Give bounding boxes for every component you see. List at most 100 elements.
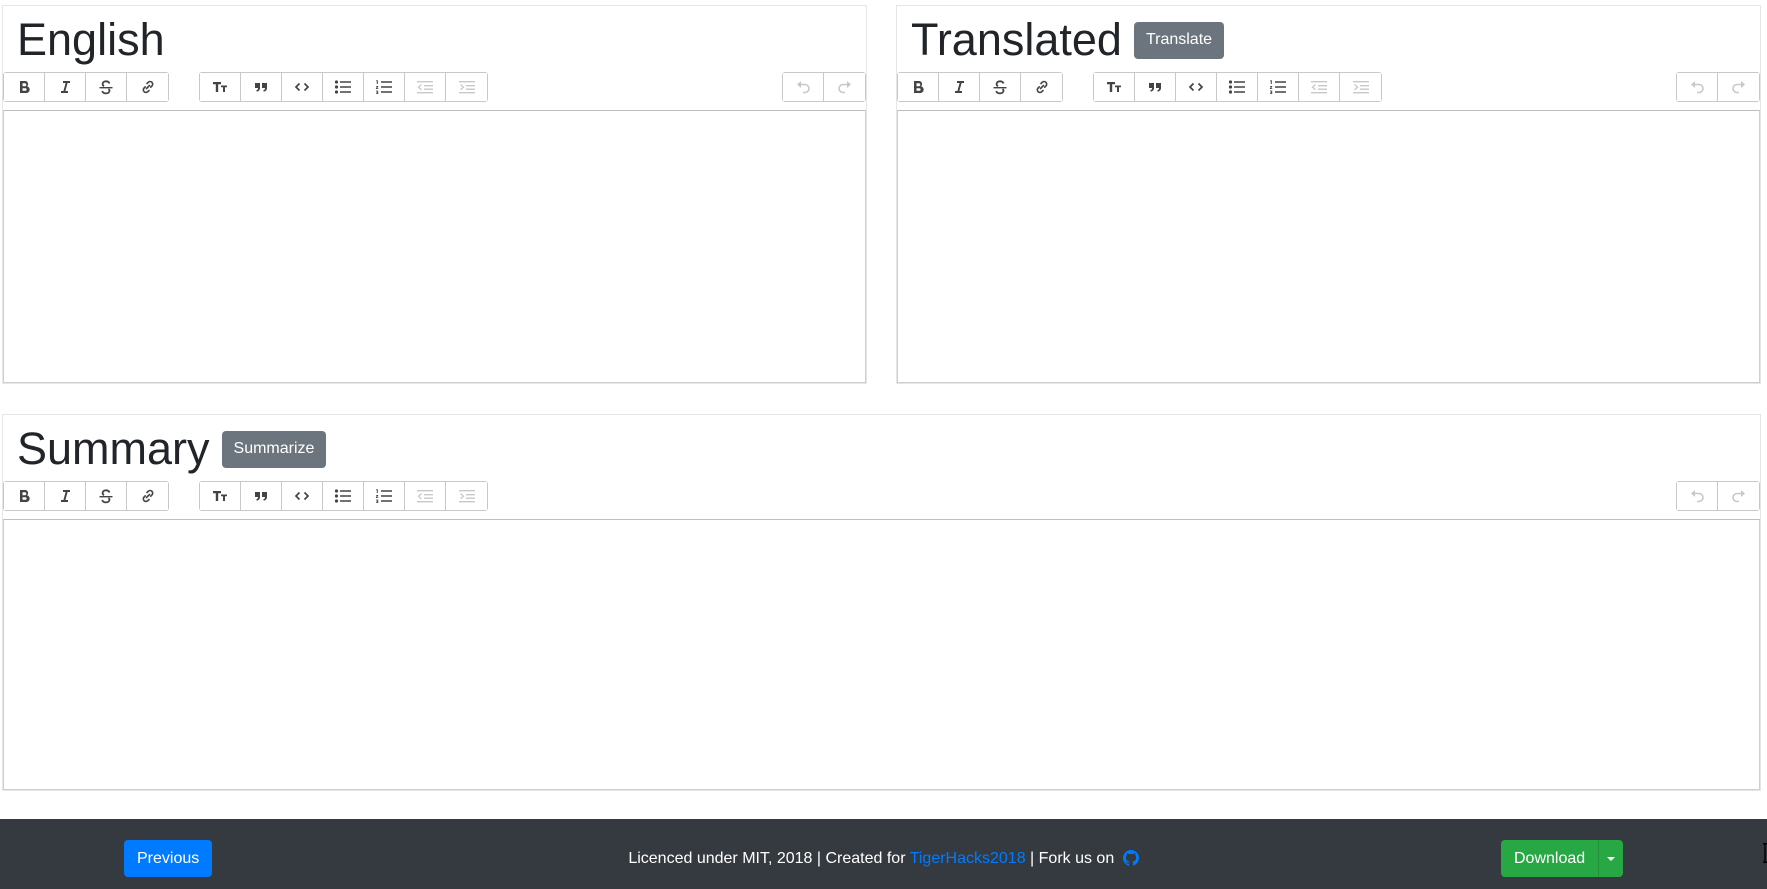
undo-button[interactable] (1677, 482, 1718, 510)
code-button[interactable] (282, 73, 323, 101)
english-header: English (17, 14, 165, 66)
code-icon (1188, 79, 1204, 95)
bold-button[interactable] (898, 73, 939, 101)
heading-button[interactable] (1094, 73, 1135, 101)
summarize-button[interactable]: Summarize (221, 430, 327, 468)
strikethrough-button[interactable] (980, 73, 1021, 101)
footer-text-prefix: Licenced under MIT, 2018 | Created for (628, 850, 910, 867)
download-group: Download (1501, 840, 1624, 877)
outdent-icon (416, 79, 434, 95)
bullet-list-icon (1228, 79, 1246, 95)
redo-icon (837, 79, 853, 95)
numbered-list-button[interactable] (1258, 73, 1299, 101)
redo-button[interactable] (824, 73, 865, 101)
italic-button[interactable] (45, 73, 86, 101)
undo-button[interactable] (783, 73, 824, 101)
outdent-button[interactable] (1299, 73, 1340, 101)
bullet-list-icon (334, 79, 352, 95)
link-icon (140, 79, 156, 95)
bold-button[interactable] (4, 482, 45, 510)
outdent-button[interactable] (405, 73, 446, 101)
quote-button[interactable] (241, 482, 282, 510)
indent-button[interactable] (446, 482, 487, 510)
bullet-list-button[interactable] (323, 73, 364, 101)
block-format-group (199, 481, 488, 511)
tigerhacks-link[interactable]: TigerHacks2018 (910, 850, 1026, 867)
caret-down-icon (1607, 856, 1616, 861)
indent-icon (458, 79, 476, 95)
indent-icon (458, 488, 476, 504)
summary-editor[interactable] (3, 519, 1760, 790)
summary-header: Summary Summarize (17, 423, 327, 475)
redo-button[interactable] (1718, 482, 1759, 510)
link-icon (140, 488, 156, 504)
code-button[interactable] (1176, 73, 1217, 101)
translated-header: Translated Translate (911, 14, 1225, 66)
indent-button[interactable] (1340, 73, 1381, 101)
history-group (782, 72, 866, 102)
summary-title: Summary (17, 423, 210, 474)
quote-icon (253, 79, 269, 95)
indent-button[interactable] (446, 73, 487, 101)
heading-button[interactable] (200, 482, 241, 510)
bold-icon (16, 79, 32, 95)
italic-button[interactable] (45, 482, 86, 510)
numbered-list-icon (375, 79, 393, 95)
translated-editor[interactable] (897, 110, 1760, 383)
code-button[interactable] (282, 482, 323, 510)
block-format-group (199, 72, 488, 102)
text-format-group (897, 72, 1063, 102)
undo-icon (795, 79, 811, 95)
github-icon[interactable] (1122, 850, 1139, 866)
quote-button[interactable] (1135, 73, 1176, 101)
translated-panel: Translated Translate (896, 5, 1761, 384)
outdent-button[interactable] (405, 482, 446, 510)
numbered-list-button[interactable] (364, 482, 405, 510)
history-group (1676, 481, 1760, 511)
undo-button[interactable] (1677, 73, 1718, 101)
quote-button[interactable] (241, 73, 282, 101)
bullet-list-button[interactable] (323, 482, 364, 510)
text-format-group (3, 72, 169, 102)
outdent-icon (416, 488, 434, 504)
strikethrough-icon (98, 79, 114, 95)
heading-button[interactable] (200, 73, 241, 101)
strikethrough-button[interactable] (86, 73, 127, 101)
english-editor[interactable] (3, 110, 866, 383)
numbered-list-icon (375, 488, 393, 504)
indent-icon (1352, 79, 1370, 95)
outdent-icon (1310, 79, 1328, 95)
summary-panel: Summary Summarize (2, 414, 1761, 791)
link-button[interactable] (1021, 73, 1062, 101)
page: English Translated Translate Summary Sum… (0, 0, 1767, 889)
strikethrough-icon (98, 488, 114, 504)
translated-toolbar (897, 72, 1760, 102)
download-dropdown-toggle[interactable] (1598, 840, 1624, 877)
code-icon (294, 79, 310, 95)
download-button[interactable]: Download (1501, 840, 1599, 877)
redo-icon (1731, 488, 1747, 504)
bullet-list-icon (334, 488, 352, 504)
italic-button[interactable] (939, 73, 980, 101)
bold-icon (16, 488, 32, 504)
link-button[interactable] (127, 73, 168, 101)
text-cursor-icon (1763, 843, 1767, 863)
translate-button[interactable]: Translate (1133, 21, 1225, 59)
bullet-list-button[interactable] (1217, 73, 1258, 101)
footer-text-suffix: | Fork us on (1025, 850, 1119, 867)
block-format-group (1093, 72, 1382, 102)
numbered-list-icon (1269, 79, 1287, 95)
strikethrough-button[interactable] (86, 482, 127, 510)
italic-icon (57, 79, 73, 95)
bold-icon (910, 79, 926, 95)
strikethrough-icon (992, 79, 1008, 95)
italic-icon (57, 488, 73, 504)
english-title: English (17, 14, 165, 65)
redo-button[interactable] (1718, 73, 1759, 101)
undo-icon (1689, 79, 1705, 95)
link-button[interactable] (127, 482, 168, 510)
italic-icon (951, 79, 967, 95)
numbered-list-button[interactable] (364, 73, 405, 101)
link-icon (1034, 79, 1050, 95)
bold-button[interactable] (4, 73, 45, 101)
